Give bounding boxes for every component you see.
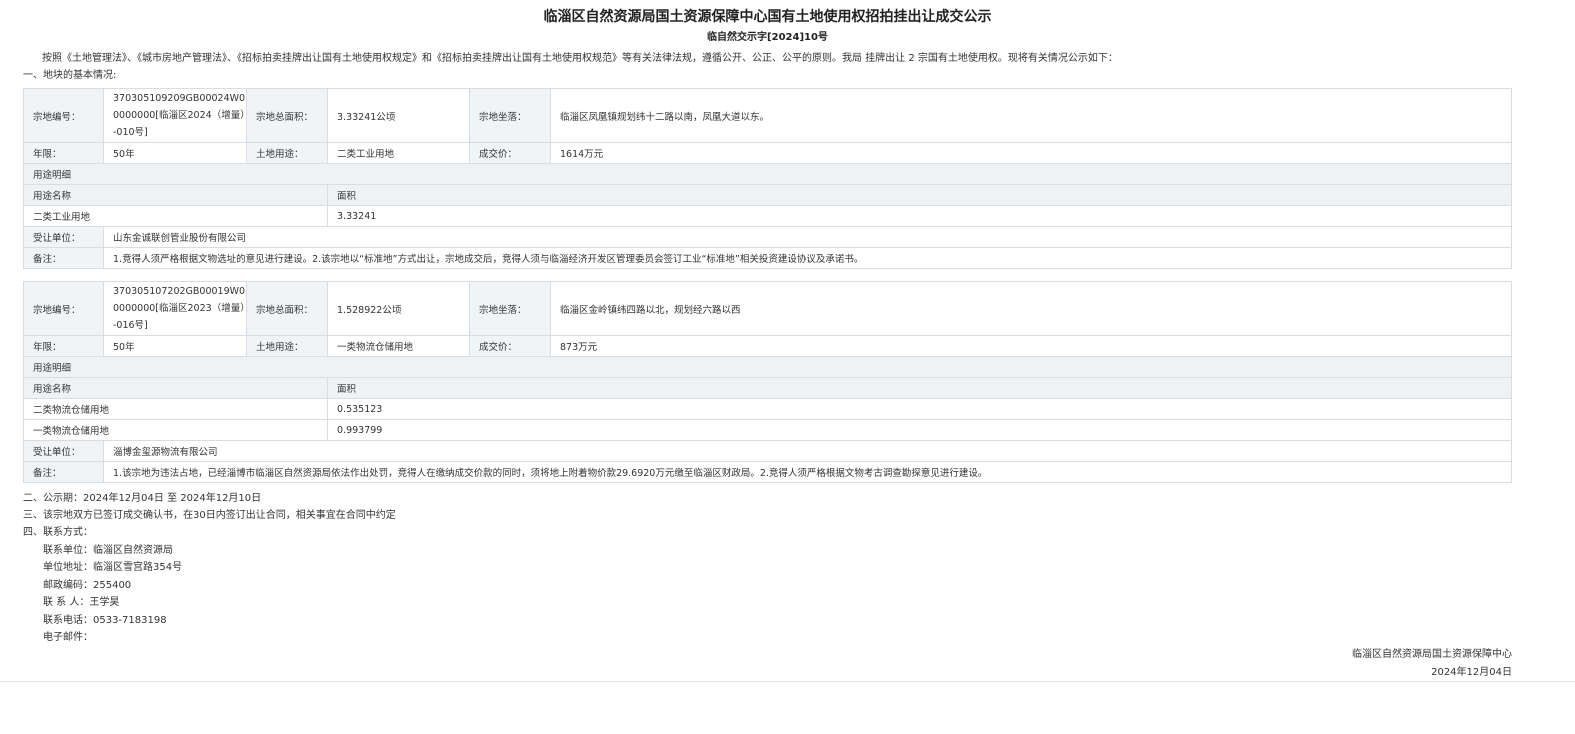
parcel-table: 宗地编号： 370305107202GB00019W00000000[临淄区20… [23, 281, 1512, 483]
parcel-row-terms: 年限： 50年 土地用途： 一类物流仓储用地 成交价： 873万元 [23, 335, 1512, 357]
section-heading-contact: 四、联系方式： [23, 527, 93, 538]
remark-label: 备注： [23, 461, 104, 483]
parcel-no-label: 宗地编号： [23, 88, 104, 143]
use-area: 0.993799 [327, 419, 1512, 441]
term-value: 50年 [103, 335, 247, 357]
intro-paragraph: 按照《土地管理法》、《城市房地产管理法》、《招标拍卖挂牌出让国有土地使用权规定》… [42, 53, 1118, 64]
transferee-row: 受让单位： 淄博金玺源物流有限公司 [23, 440, 1512, 462]
contact-unit: 联系单位：临淄区自然资源局 [43, 545, 173, 556]
total-area-value: 1.528922公顷 [327, 281, 470, 336]
parcel-row-main: 宗地编号： 370305109209GB00024W00000000[临淄区20… [23, 88, 1512, 143]
parcel-table: 宗地编号： 370305109209GB00024W00000000[临淄区20… [23, 88, 1512, 269]
location-value: 临淄区凤凰镇规划纬十二路以南，凤凰大道以东。 [550, 88, 1512, 143]
page-title: 临淄区自然资源局国土资源保障中心国有土地使用权招拍挂出让成交公示 [543, 9, 992, 25]
remark-row: 备注： 1.竞得人须严格根据文物选址的意见进行建设。2.该宗地以“标准地”方式出… [23, 247, 1512, 269]
contract-note: 三、该宗地双方已签订成交确认书，在30日内签订出让合同，相关事宜在合同中约定 [23, 510, 396, 521]
contact-phone: 联系电话：0533-7183198 [43, 615, 167, 626]
land-use-value: 二类工业用地 [327, 142, 470, 164]
term-value: 50年 [103, 142, 247, 164]
location-label: 宗地坐落： [469, 281, 551, 336]
use-row: 二类物流仓储用地 0.535123 [23, 398, 1512, 420]
location-value: 临淄区金岭镇纬四路以北，规划经六路以西 [550, 281, 1512, 336]
use-row: 二类工业用地 3.33241 [23, 205, 1512, 227]
location-label: 宗地坐落： [469, 88, 551, 143]
deal-price-label: 成交价： [469, 142, 551, 164]
parcel-row-main: 宗地编号： 370305107202GB00019W00000000[临淄区20… [23, 281, 1512, 336]
transferee-value: 淄博金玺源物流有限公司 [103, 440, 1512, 462]
issuing-organization: 临淄区自然资源局国土资源保障中心 [1352, 649, 1512, 660]
remark-value: 1.该宗地为违法占地，已经淄博市临淄区自然资源局依法作出处罚，竞得人在缴纳成交价… [103, 461, 1512, 483]
use-name: 一类物流仓储用地 [23, 419, 328, 441]
total-area-label: 宗地总面积： [246, 88, 328, 143]
contact-postcode: 邮政编码：255400 [43, 580, 132, 591]
use-name-header: 用途名称 [23, 377, 328, 399]
term-label: 年限： [23, 142, 104, 164]
use-area-header: 面积 [327, 377, 1512, 399]
document-number: 临自然交示字[2024]10号 [707, 32, 828, 43]
use-area: 0.535123 [327, 398, 1512, 420]
parcel-no-value: 370305109209GB00024W00000000[临淄区2024（增量）… [103, 88, 247, 143]
use-area: 3.33241 [327, 205, 1512, 227]
contact-address: 单位地址：临淄区雪宫路354号 [43, 562, 183, 573]
issue-date: 2024年12月04日 [1431, 667, 1512, 678]
deal-price-label: 成交价： [469, 335, 551, 357]
land-use-value: 一类物流仓储用地 [327, 335, 470, 357]
use-header-row: 用途名称 面积 [23, 377, 1512, 399]
total-area-label: 宗地总面积： [246, 281, 328, 336]
deal-price-value: 1614万元 [550, 142, 1512, 164]
parcel-row-terms: 年限： 50年 土地用途： 二类工业用地 成交价： 1614万元 [23, 142, 1512, 164]
remark-row: 备注： 1.该宗地为违法占地，已经淄博市临淄区自然资源局依法作出处罚，竞得人在缴… [23, 461, 1512, 483]
remark-label: 备注： [23, 247, 104, 269]
total-area-value: 3.33241公顷 [327, 88, 470, 143]
contact-person: 联 系 人：王学昊 [43, 597, 120, 608]
deal-price-value: 873万元 [550, 335, 1512, 357]
use-detail-band: 用途明细 [23, 356, 1512, 378]
transferee-label: 受让单位： [23, 440, 104, 462]
land-use-label: 土地用途： [246, 335, 328, 357]
contact-email: 电子邮件： [43, 632, 93, 643]
use-detail-heading: 用途明细 [23, 356, 1512, 378]
remark-value: 1.竞得人须严格根据文物选址的意见进行建设。2.该宗地以“标准地”方式出让，宗地… [103, 247, 1512, 269]
land-use-label: 土地用途： [246, 142, 328, 164]
transferee-row: 受让单位： 山东金诚联创管业股份有限公司 [23, 226, 1512, 248]
divider [0, 681, 1575, 682]
use-row: 一类物流仓储用地 0.993799 [23, 419, 1512, 441]
parcel-no-value: 370305107202GB00019W00000000[临淄区2023（增量）… [103, 281, 247, 336]
use-header-row: 用途名称 面积 [23, 184, 1512, 206]
section-heading-parcels: 一、地块的基本情况: [23, 70, 117, 81]
use-detail-band: 用途明细 [23, 163, 1512, 185]
parcel-no-label: 宗地编号： [23, 281, 104, 336]
use-name: 二类工业用地 [23, 205, 328, 227]
use-area-header: 面积 [327, 184, 1512, 206]
use-detail-heading: 用途明细 [23, 163, 1512, 185]
publicity-period: 二、公示期：2024年12月04日 至 2024年12月10日 [23, 493, 262, 504]
term-label: 年限： [23, 335, 104, 357]
transferee-label: 受让单位： [23, 226, 104, 248]
use-name-header: 用途名称 [23, 184, 328, 206]
use-name: 二类物流仓储用地 [23, 398, 328, 420]
transferee-value: 山东金诚联创管业股份有限公司 [103, 226, 1512, 248]
